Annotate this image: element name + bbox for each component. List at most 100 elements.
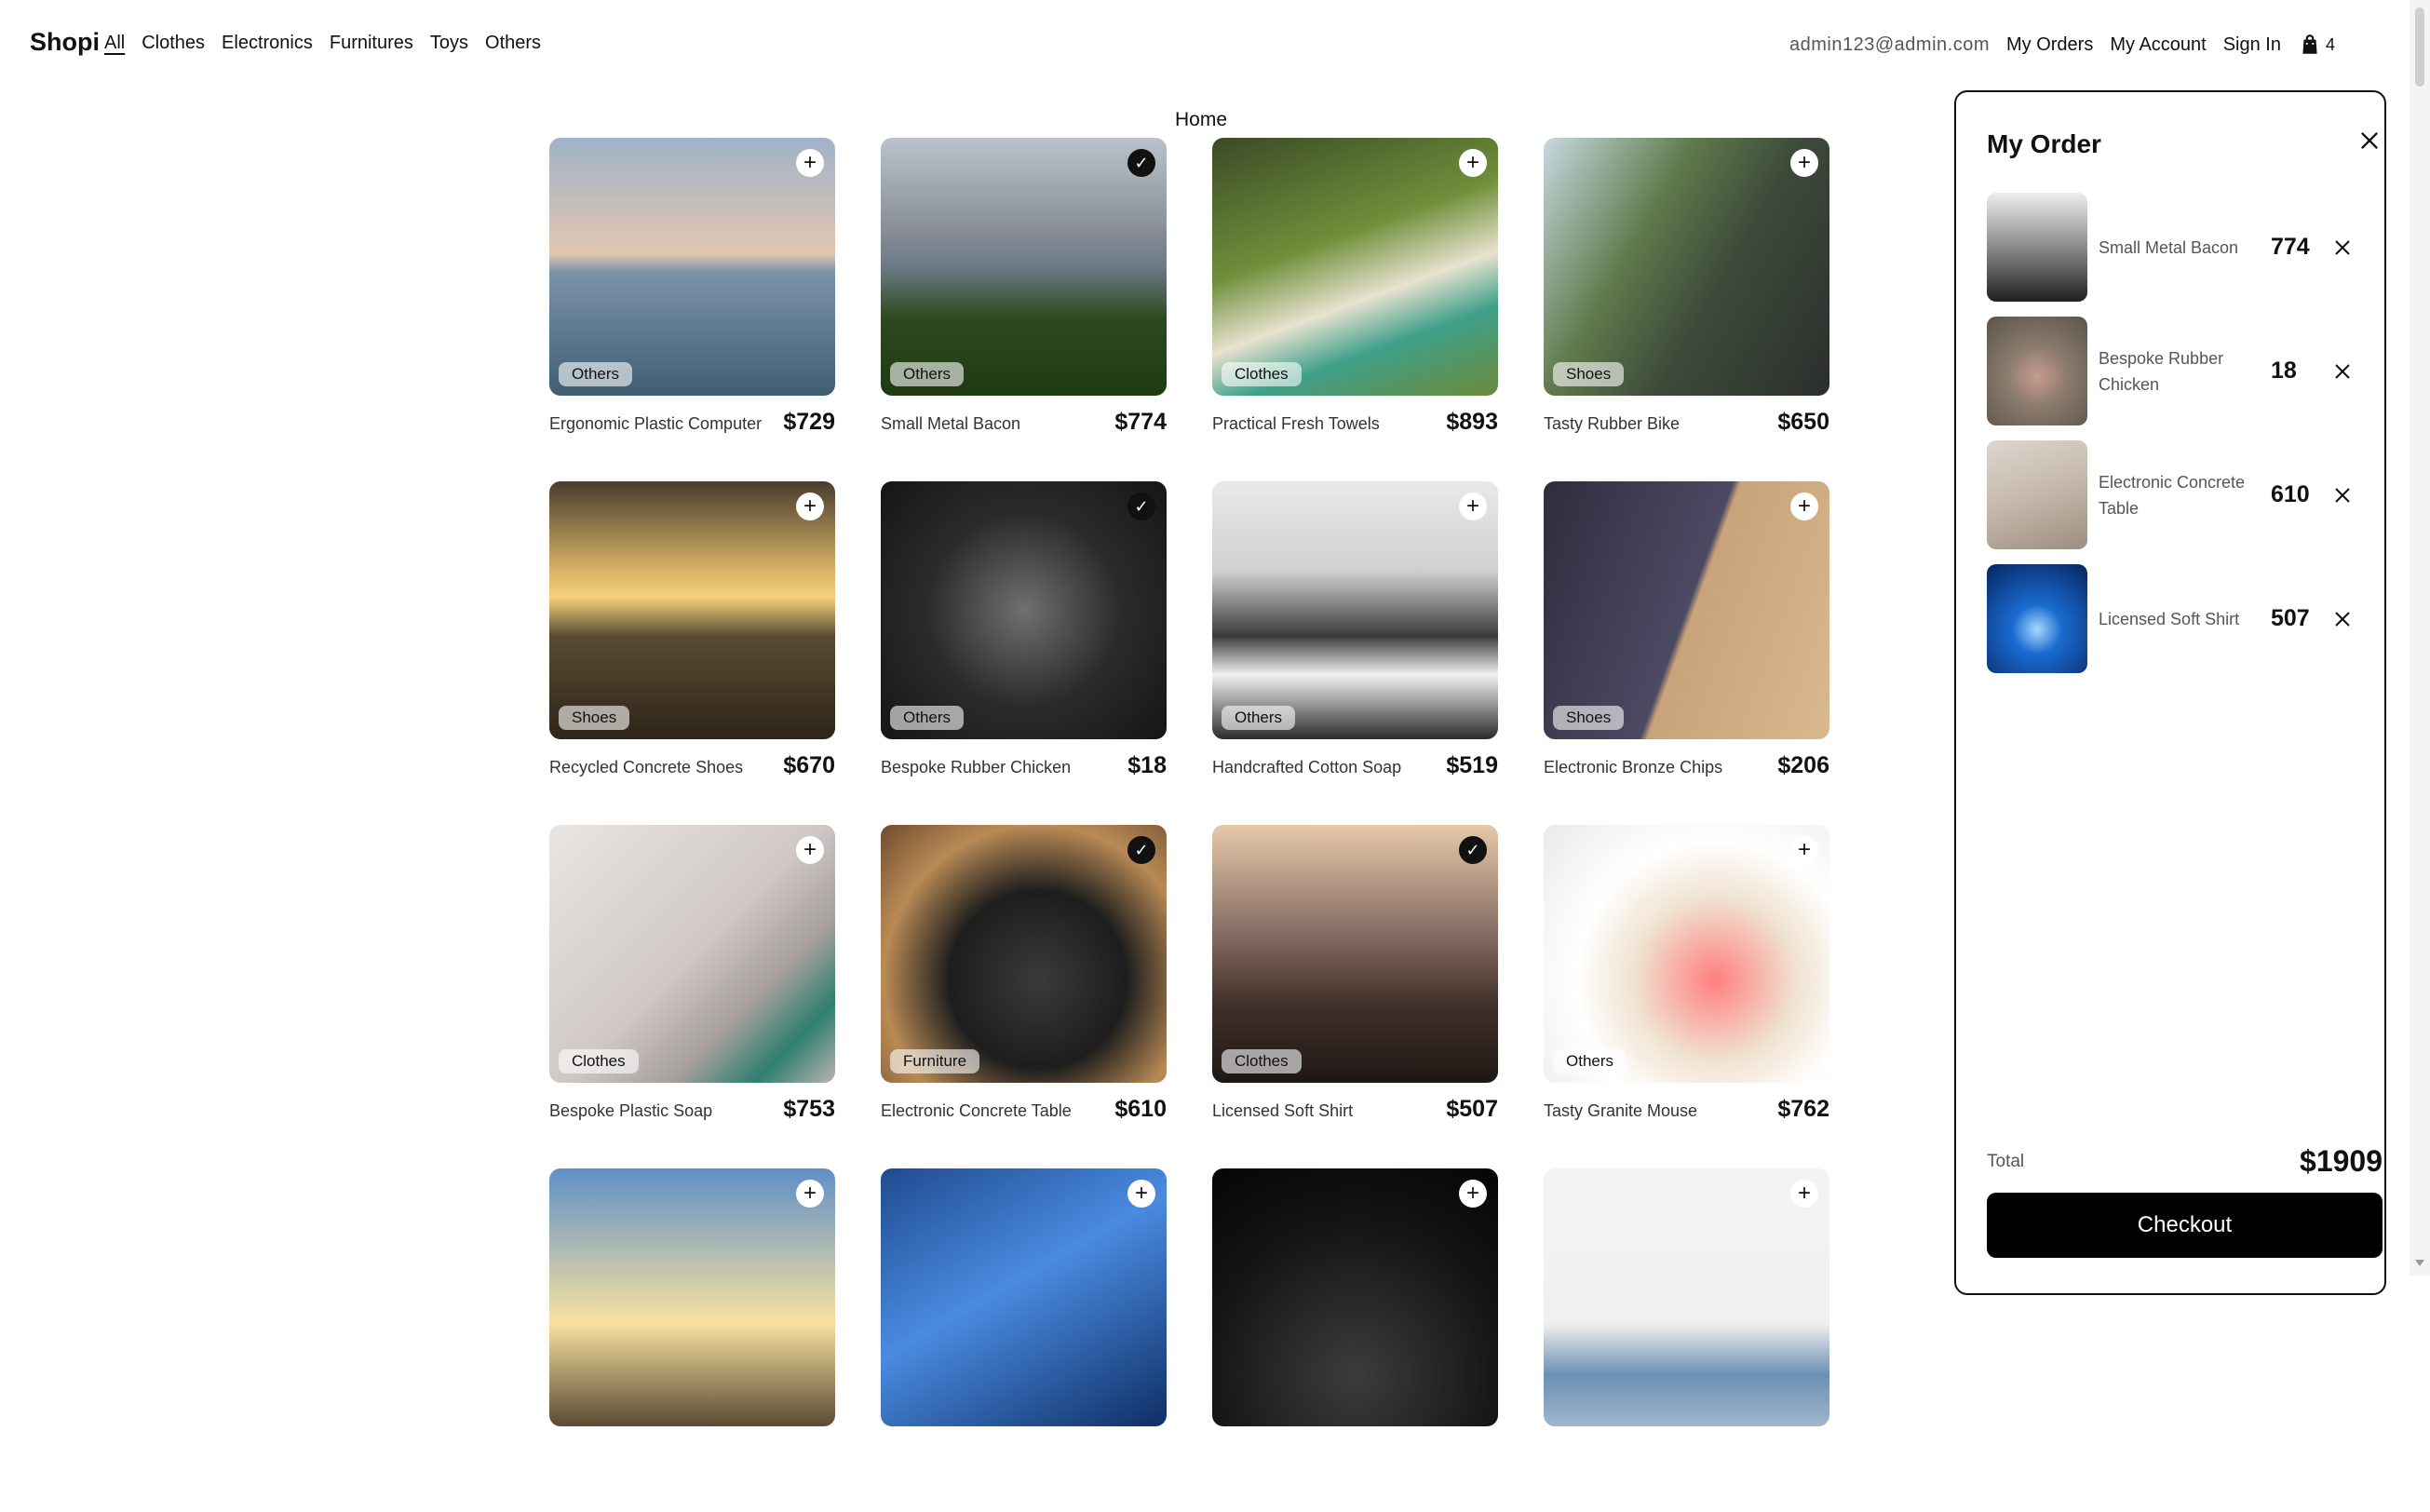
plus-icon[interactable]: +: [1127, 1180, 1155, 1208]
order-item-price: 774: [2271, 234, 2310, 260]
product-price: $762: [1777, 1096, 1829, 1122]
product-price: $519: [1446, 752, 1498, 778]
product-image[interactable]: Clothes +: [1212, 138, 1498, 396]
plus-icon[interactable]: +: [1790, 1180, 1818, 1208]
plus-icon[interactable]: +: [1790, 493, 1818, 520]
product-card[interactable]: Shoes + Tasty Rubber Bike $650: [1544, 138, 1829, 481]
product-price: $670: [783, 752, 835, 778]
product-card[interactable]: Others + Tasty Granite Mouse $762: [1544, 825, 1829, 1168]
category-tag: Clothes: [1222, 1049, 1302, 1073]
sign-in-link[interactable]: Sign In: [2223, 34, 2281, 56]
check-icon[interactable]: ✓: [1459, 836, 1487, 864]
page-scrollbar[interactable]: [2410, 0, 2430, 1276]
product-image[interactable]: Others +: [1544, 825, 1829, 1083]
product-price: $893: [1446, 409, 1498, 435]
product-card[interactable]: Clothes + Bespoke Plastic Soap $753: [549, 825, 835, 1168]
product-name: Tasty Granite Mouse: [1544, 1101, 1698, 1120]
product-image[interactable]: Others +: [1212, 481, 1498, 739]
product-image[interactable]: +: [549, 1168, 835, 1426]
plus-icon[interactable]: +: [1790, 149, 1818, 177]
category-tag: Shoes: [559, 706, 630, 730]
product-card[interactable]: +: [549, 1168, 835, 1512]
check-icon[interactable]: ✓: [1127, 836, 1155, 864]
nav-category-furnitures[interactable]: Furnitures: [330, 33, 413, 54]
check-icon[interactable]: ✓: [1127, 493, 1155, 520]
product-image[interactable]: +: [1212, 1168, 1498, 1426]
product-image[interactable]: Others +: [549, 138, 835, 396]
product-image[interactable]: Shoes +: [1544, 138, 1829, 396]
close-icon[interactable]: [2331, 484, 2354, 506]
product-price: $18: [1127, 752, 1167, 778]
cart-button[interactable]: 4: [2298, 33, 2335, 57]
account-nav: admin123@admin.com My Orders My Account …: [1789, 33, 2335, 57]
product-card[interactable]: Shoes + Recycled Concrete Shoes $670: [549, 481, 835, 825]
brand-logo[interactable]: Shopi: [30, 28, 100, 57]
product-name: Electronic Bronze Chips: [1544, 758, 1723, 776]
my-orders-link[interactable]: My Orders: [2006, 34, 2093, 56]
nav-category-clothes[interactable]: Clothes: [142, 33, 205, 54]
category-tag: Clothes: [559, 1049, 639, 1073]
order-list: Small Metal Bacon 774 Bespoke Rubber Chi…: [1987, 193, 2378, 688]
product-card[interactable]: Clothes ✓ Licensed Soft Shirt $507: [1212, 825, 1498, 1168]
product-image[interactable]: +: [1544, 1168, 1829, 1426]
scroll-down-icon[interactable]: [2415, 1260, 2424, 1266]
product-name: Small Metal Bacon: [881, 414, 1021, 433]
product-card[interactable]: Shoes + Electronic Bronze Chips $206: [1544, 481, 1829, 825]
product-card[interactable]: Others ✓ Small Metal Bacon $774: [881, 138, 1167, 481]
order-item-price: 507: [2271, 605, 2310, 631]
product-card[interactable]: Others ✓ Bespoke Rubber Chicken $18: [881, 481, 1167, 825]
product-image[interactable]: Others ✓: [881, 138, 1167, 396]
plus-icon[interactable]: +: [796, 149, 824, 177]
product-name: Bespoke Rubber Chicken: [881, 758, 1072, 776]
nav-category-others[interactable]: Others: [485, 33, 541, 54]
order-item: Bespoke Rubber Chicken 18: [1987, 317, 2378, 425]
product-card[interactable]: Others + Handcrafted Cotton Soap $519: [1212, 481, 1498, 825]
product-card[interactable]: Others + Ergonomic Plastic Computer $729: [549, 138, 835, 481]
order-item-image: [1987, 317, 2087, 425]
plus-icon[interactable]: +: [796, 493, 824, 520]
close-icon[interactable]: [2331, 360, 2354, 383]
product-image[interactable]: Clothes +: [549, 825, 835, 1083]
checkout-button[interactable]: Checkout: [1987, 1193, 2383, 1258]
product-card[interactable]: Clothes + Practical Fresh Towels $893: [1212, 138, 1498, 481]
plus-icon[interactable]: +: [1790, 836, 1818, 864]
order-item: Electronic Concrete Table 610: [1987, 440, 2378, 549]
plus-icon[interactable]: +: [1459, 1180, 1487, 1208]
nav-category-toys[interactable]: Toys: [430, 33, 468, 54]
plus-icon[interactable]: +: [796, 836, 824, 864]
product-image[interactable]: Clothes ✓: [1212, 825, 1498, 1083]
product-price: $206: [1777, 752, 1829, 778]
product-price: $507: [1446, 1096, 1498, 1122]
order-item-image: [1987, 564, 2087, 673]
plus-icon[interactable]: +: [1459, 149, 1487, 177]
check-icon[interactable]: ✓: [1127, 149, 1155, 177]
cart-count: 4: [2325, 34, 2335, 54]
product-grid: Others + Ergonomic Plastic Computer $729 …: [549, 138, 1829, 1512]
product-image[interactable]: Shoes +: [549, 481, 835, 739]
order-item-price: 18: [2271, 358, 2297, 384]
my-account-link[interactable]: My Account: [2110, 34, 2206, 56]
product-name: Recycled Concrete Shoes: [549, 758, 744, 776]
close-icon[interactable]: [2331, 236, 2354, 259]
close-icon[interactable]: [2331, 608, 2354, 630]
plus-icon[interactable]: +: [796, 1180, 824, 1208]
product-image[interactable]: +: [881, 1168, 1167, 1426]
product-card[interactable]: +: [1212, 1168, 1498, 1512]
scrollbar-thumb[interactable]: [2415, 7, 2424, 87]
product-image[interactable]: Furniture ✓: [881, 825, 1167, 1083]
product-name: Ergonomic Plastic Computer: [549, 414, 763, 433]
category-tag: Others: [559, 362, 633, 386]
nav-category-all[interactable]: All: [104, 33, 125, 54]
product-name: Tasty Rubber Bike: [1544, 414, 1681, 433]
product-card[interactable]: +: [881, 1168, 1167, 1512]
product-card[interactable]: +: [1544, 1168, 1829, 1512]
product-image[interactable]: Others ✓: [881, 481, 1167, 739]
plus-icon[interactable]: +: [1459, 493, 1487, 520]
close-icon[interactable]: [2356, 128, 2383, 154]
product-card[interactable]: Furniture ✓ Electronic Concrete Table $61…: [881, 825, 1167, 1168]
product-price: $753: [783, 1096, 835, 1122]
product-image[interactable]: Shoes +: [1544, 481, 1829, 739]
nav-category-electronics[interactable]: Electronics: [222, 33, 313, 54]
product-price: $650: [1777, 409, 1829, 435]
order-item-name: Bespoke Rubber Chicken: [2099, 348, 2224, 394]
